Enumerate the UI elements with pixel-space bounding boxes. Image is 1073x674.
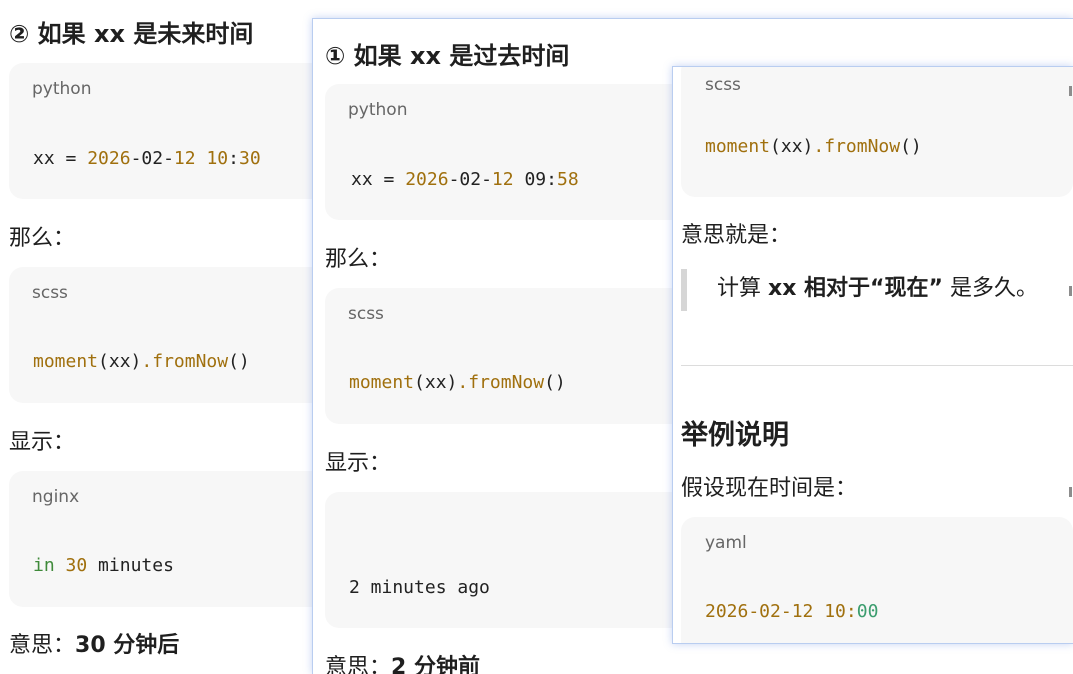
then-label: 那么： — [325, 247, 392, 272]
section-heading-past: ① 如果 xx 是过去时间 — [325, 42, 570, 70]
meaning-line: 意思：2 分钟前 — [325, 655, 480, 674]
meaning-label: 意思就是： — [681, 223, 792, 248]
code-lang-label: scss — [32, 283, 68, 303]
code-lang-label: scss — [705, 75, 741, 95]
code-line: 2026-02-12 10:00 — [705, 601, 879, 622]
code-lang-label: yaml — [705, 533, 747, 553]
code-lang-label: nginx — [32, 487, 80, 507]
meaning-line: 意思：30 分钟后 — [9, 633, 180, 658]
code-line: moment(xx).fromNow() — [705, 136, 922, 157]
code-line: 2 minutes ago — [349, 577, 490, 598]
code-line: in 30 minutes — [33, 555, 174, 576]
code-block-scss[interactable]: scss moment(xx).fromNow() — [9, 267, 329, 403]
code-block-nginx[interactable]: nginx in 30 minutes — [9, 471, 329, 607]
scroll-marker[interactable] — [1069, 86, 1072, 96]
section-heading-example: 举例说明 — [681, 420, 789, 451]
code-block-scss[interactable]: scss moment(xx).fromNow() — [681, 67, 1073, 197]
code-lang-label: python — [348, 100, 408, 120]
show-label: 显示： — [325, 451, 392, 476]
blockquote: 计算 xx 相对于“现在” 是多久。 — [681, 269, 1038, 311]
code-line: xx = 2026-02-12 10:30 — [33, 148, 261, 169]
code-block-yaml[interactable]: yaml 2026-02-12 10:00 — [681, 517, 1073, 643]
scroll-marker[interactable] — [1069, 487, 1072, 497]
assume-label: 假设现在时间是： — [681, 476, 858, 501]
then-label: 那么： — [9, 226, 76, 251]
scroll-marker[interactable] — [1069, 286, 1072, 296]
code-line: xx = 2026-02-12 09:58 — [351, 169, 579, 190]
code-block-output[interactable]: 2 minutes ago — [325, 492, 725, 628]
show-label: 显示： — [9, 430, 76, 455]
note-panel-front: scss moment(xx).fromNow() 意思就是： 计算 xx 相对… — [672, 66, 1073, 644]
code-block-python[interactable]: python xx = 2026-02-12 09:58 — [325, 84, 725, 220]
code-block-scss[interactable]: scss moment(xx).fromNow() — [325, 288, 725, 424]
section-heading-future: ② 如果 xx 是未来时间 — [9, 20, 254, 48]
code-lang-label: scss — [348, 304, 384, 324]
code-lang-label: python — [32, 79, 92, 99]
code-line: moment(xx).fromNow() — [349, 372, 566, 393]
code-line: moment(xx).fromNow() — [33, 351, 250, 372]
code-block-python[interactable]: python xx = 2026-02-12 10:30 — [9, 63, 329, 199]
note-panel-back: ② 如果 xx 是未来时间 python xx = 2026-02-12 10:… — [0, 0, 330, 673]
horizontal-divider — [681, 365, 1073, 366]
